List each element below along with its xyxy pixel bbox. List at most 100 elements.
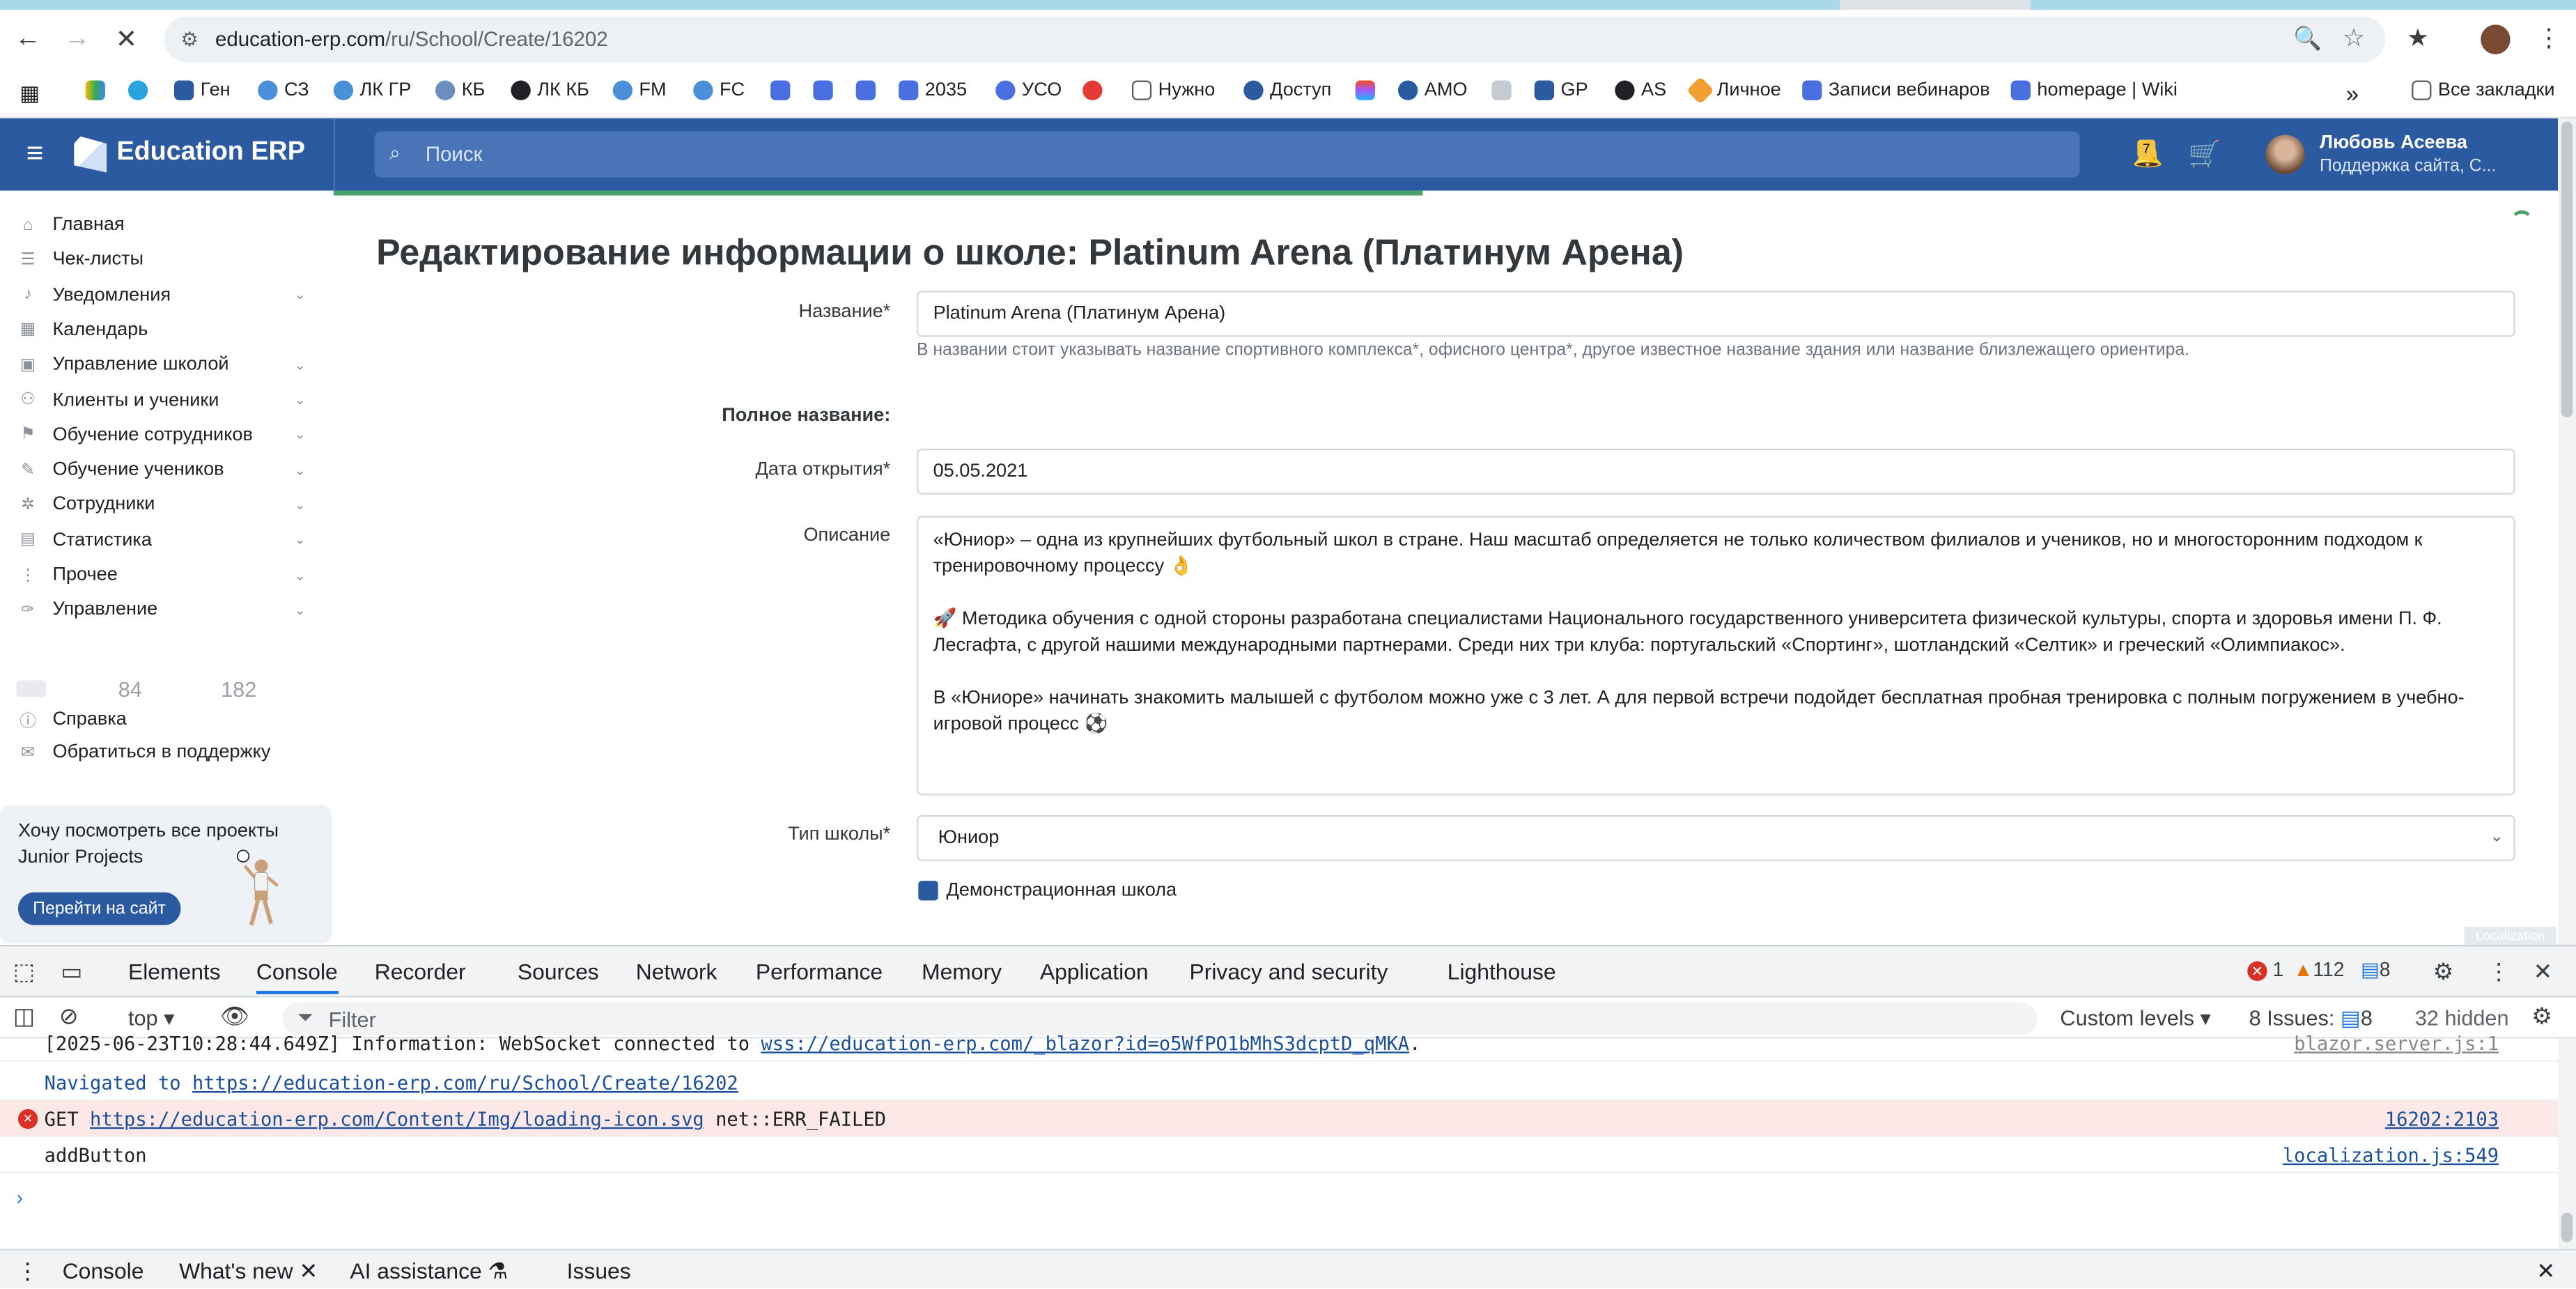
devtools-tab-network[interactable]: Network bbox=[636, 959, 717, 984]
drawer-tab-2[interactable]: AI assistance ⚗ bbox=[350, 1259, 508, 1286]
sidebar-item-4[interactable]: ▣ Управление школой ⌄ bbox=[17, 355, 313, 375]
bookmark-sz[interactable]: СЗ bbox=[258, 80, 309, 100]
bookmark-2035[interactable]: 2035 bbox=[899, 80, 967, 100]
brand-name[interactable]: Education ERP bbox=[116, 138, 304, 167]
drawer-tab-0[interactable]: Console bbox=[63, 1259, 144, 1283]
close-tab-icon[interactable]: ✕ bbox=[293, 1259, 318, 1283]
bookmark-lk-gr[interactable]: ЛК ГР bbox=[333, 80, 411, 100]
bookmark-drive[interactable] bbox=[85, 80, 105, 100]
sidebar-item-2[interactable]: ♪ Уведомления ⌄ bbox=[17, 285, 313, 304]
apps-grid-icon[interactable]: ▦ bbox=[20, 81, 40, 107]
devtools-close-icon[interactable]: ✕ bbox=[2534, 958, 2553, 986]
back-icon[interactable]: ← bbox=[12, 23, 45, 56]
devtools-tab-lighthouse[interactable]: Lighthouse bbox=[1448, 959, 1556, 984]
forward-icon[interactable]: → bbox=[61, 23, 93, 56]
console-settings-icon[interactable]: ⚙ bbox=[2531, 1003, 2552, 1031]
sidebar-item-3[interactable]: ▦ Календарь bbox=[17, 321, 313, 340]
url-text[interactable]: education-erp.com/ru/School/Create/16202 bbox=[215, 28, 608, 51]
bookmark-icon-b[interactable] bbox=[813, 80, 833, 100]
bookmark-folder-nuzhno[interactable]: Нужно bbox=[1131, 80, 1215, 100]
bookmark-dostup[interactable]: Доступ bbox=[1243, 80, 1331, 100]
bookmark-gen[interactable]: Ген bbox=[173, 80, 231, 100]
promo-button[interactable]: Перейти на сайт bbox=[17, 892, 181, 925]
sidebar-item-7[interactable]: ✎ Обучение учеников ⌄ bbox=[17, 461, 313, 480]
warnings-count[interactable]: ▲112 bbox=[2293, 958, 2344, 981]
bookmark-figma[interactable] bbox=[1355, 80, 1375, 100]
sidebar-item-0[interactable]: ⌂ Главная bbox=[17, 215, 313, 235]
bookmark-lk-kb[interactable]: ЛК КБ bbox=[511, 80, 589, 100]
all-bookmarks-folder[interactable]: Все закладки bbox=[2412, 80, 2555, 100]
console-filter-input[interactable]: ⏷ Filter bbox=[282, 1002, 2038, 1035]
console-link[interactable]: https://education-erp.com/Content/Img/lo… bbox=[90, 1108, 704, 1131]
context-select[interactable]: top ▾ bbox=[128, 1005, 175, 1032]
demo-school-label[interactable]: Демонстрационная школа bbox=[946, 881, 1177, 900]
page-scrollbar-thumb[interactable] bbox=[2561, 121, 2573, 418]
bookmarks-overflow-icon[interactable]: » bbox=[2346, 81, 2359, 107]
issues-button[interactable]: 8 Issues: ▤8 bbox=[2249, 1005, 2373, 1032]
devtools-tab-sources[interactable]: Sources bbox=[518, 959, 599, 984]
cart-icon[interactable]: 🛒 bbox=[2188, 138, 2221, 171]
errors-count[interactable]: ✕ 1 bbox=[2247, 958, 2283, 981]
console-source-link[interactable]: 16202:2103 bbox=[2385, 1101, 2499, 1137]
sidebar-item-11[interactable]: ✑ Управление ⌄ bbox=[17, 601, 313, 620]
zoom-icon[interactable]: 🔍 bbox=[2293, 24, 2322, 52]
devtools-tab-performance[interactable]: Performance bbox=[756, 959, 883, 984]
sidebar-item-10[interactable]: ⋮ Прочее ⌄ bbox=[17, 565, 313, 585]
console-scrollbar[interactable] bbox=[2558, 1038, 2576, 1249]
bookmark-fc[interactable]: FC bbox=[693, 80, 745, 100]
inactive-tab[interactable] bbox=[2030, 0, 2576, 10]
messages-count[interactable]: ▤8 bbox=[2361, 958, 2391, 981]
drawer-close-icon[interactable]: ✕ bbox=[2536, 1259, 2555, 1286]
active-tab[interactable] bbox=[0, 0, 1840, 10]
localization-tag[interactable]: Localization bbox=[2464, 927, 2556, 945]
page-scrollbar[interactable] bbox=[2558, 118, 2576, 945]
bookmark-amo[interactable]: АМО bbox=[1397, 80, 1468, 100]
bookmark-doc[interactable] bbox=[1491, 80, 1512, 100]
live-expression-eye-icon[interactable]: 👁 bbox=[220, 1003, 249, 1031]
school-type-select[interactable]: Юниор ⌄ bbox=[916, 815, 2515, 861]
bookmark-as[interactable]: AS bbox=[1615, 80, 1666, 100]
sidebar-item-1[interactable]: ☰ Чек-листы bbox=[17, 250, 313, 270]
description-textarea[interactable]: «Юниор» – одна из крупнейших футбольный … bbox=[916, 516, 2515, 796]
stop-loading-icon[interactable]: ✕ bbox=[110, 23, 143, 56]
bookmark-mail[interactable] bbox=[855, 80, 876, 100]
devtools-settings-icon[interactable]: ⚙ bbox=[2433, 958, 2454, 986]
bookmark-wiki[interactable]: homepage | Wiki bbox=[2010, 80, 2178, 100]
user-name[interactable]: Любовь Асеева bbox=[2320, 133, 2467, 153]
sidebar-item-help[interactable]: ⓘ Справка bbox=[17, 707, 313, 732]
inspect-element-icon[interactable]: ⬚ bbox=[13, 958, 35, 986]
log-levels-select[interactable]: Custom levels ▾ bbox=[2060, 1005, 2210, 1032]
menu-burger-icon[interactable]: ≡ bbox=[26, 138, 53, 167]
drawer-tab-3[interactable]: Issues bbox=[567, 1259, 631, 1283]
console-prompt-icon[interactable]: › bbox=[17, 1187, 23, 1210]
sidebar-item-5[interactable]: ⚇ Клиенты и ученики ⌄ bbox=[17, 390, 313, 410]
devtools-tab-privacy-and-security[interactable]: Privacy and security bbox=[1189, 959, 1388, 984]
browser-menu-icon[interactable]: ⋮ bbox=[2536, 23, 2561, 52]
bookmark-yandex[interactable] bbox=[1083, 80, 1103, 100]
open-date-input[interactable]: 05.05.2021 bbox=[916, 448, 2515, 495]
bookmark-uso[interactable]: УСО bbox=[995, 80, 1062, 100]
device-toolbar-icon[interactable]: ▭ bbox=[61, 958, 82, 986]
extensions-star-icon[interactable]: ★ bbox=[2407, 23, 2429, 52]
console-link[interactable]: wss://education-erp.com/_blazor?id=o5WfP… bbox=[761, 1032, 1409, 1055]
search-input[interactable]: ⌕ Поиск bbox=[374, 131, 2080, 178]
address-bar[interactable]: ⚙ education-erp.com/ru/School/Create/162… bbox=[164, 16, 2386, 63]
profile-avatar[interactable] bbox=[2481, 24, 2511, 54]
devtools-tab-application[interactable]: Application bbox=[1040, 959, 1149, 984]
clear-console-icon[interactable]: ⊘ bbox=[59, 1003, 79, 1031]
devtools-tab-recorder[interactable]: Recorder bbox=[375, 959, 466, 984]
drawer-tab-1[interactable]: What's new ✕ bbox=[179, 1259, 318, 1288]
bookmark-icon-a[interactable] bbox=[770, 80, 791, 100]
console-scrollbar-thumb[interactable] bbox=[2561, 1212, 2573, 1242]
drawer-menu-icon[interactable]: ⋮ bbox=[17, 1259, 39, 1286]
sidebar-item-8[interactable]: ✲ Сотрудники ⌄ bbox=[17, 495, 313, 515]
console-source-link[interactable]: blazor.server.js:1 bbox=[2294, 1032, 2499, 1055]
devtools-more-icon[interactable]: ⋮ bbox=[2488, 958, 2511, 986]
bookmark-star-icon[interactable]: ☆ bbox=[2343, 23, 2365, 52]
bookmark-lichnoe[interactable]: Личное bbox=[1686, 76, 1781, 105]
sidebar-item-6[interactable]: ⚑ Обучение сотрудников ⌄ bbox=[17, 425, 313, 445]
devtools-tab-console[interactable]: Console bbox=[256, 959, 338, 994]
devtools-tab-elements[interactable]: Elements bbox=[128, 959, 221, 984]
bookmark-kb[interactable]: КБ bbox=[435, 80, 485, 100]
bookmark-telegram[interactable] bbox=[127, 80, 148, 100]
